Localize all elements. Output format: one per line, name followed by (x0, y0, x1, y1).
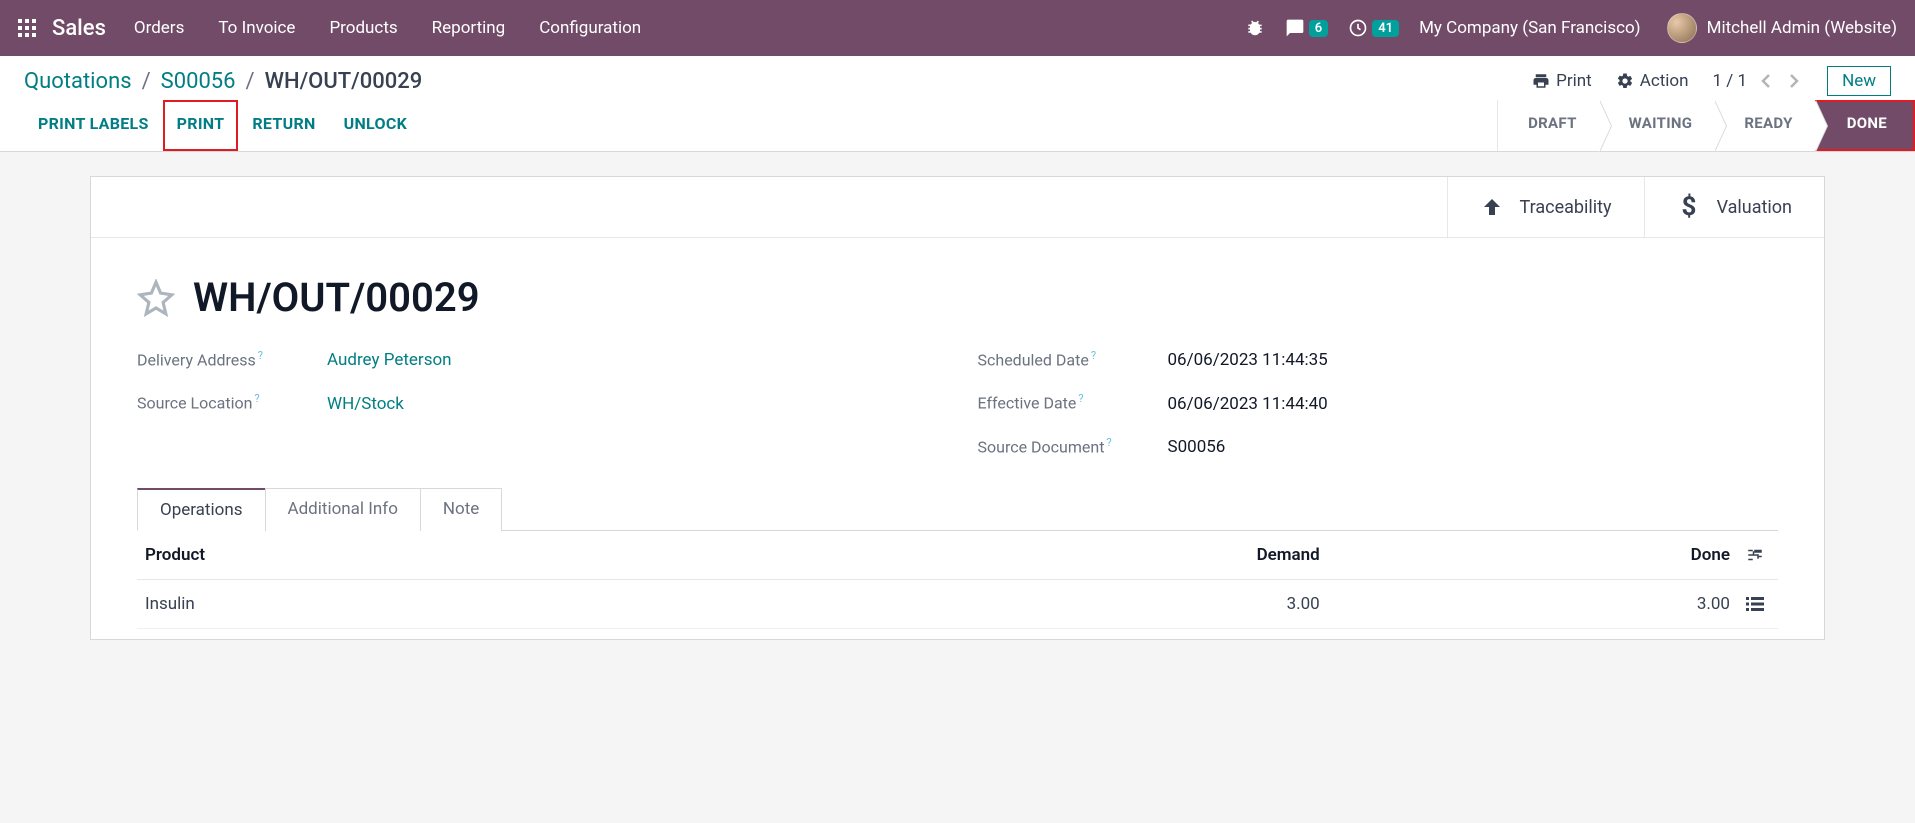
label-delivery-address: Delivery Address? (137, 349, 327, 369)
chat-icon[interactable]: 6 (1285, 18, 1328, 38)
table-row[interactable]: Insulin 3.00 3.00 (137, 579, 1778, 628)
value-source-document: S00056 (1168, 437, 1226, 457)
print-menu[interactable]: Print (1532, 71, 1592, 91)
apps-icon[interactable] (18, 19, 36, 37)
control-panel: Quotations / S00056 / WH/OUT/00029 Print… (0, 56, 1915, 100)
clock-icon[interactable]: 41 (1348, 18, 1399, 38)
valuation-button[interactable]: $ Valuation (1644, 177, 1824, 237)
breadcrumb: Quotations / S00056 / WH/OUT/00029 (24, 69, 422, 94)
action-menu[interactable]: Action (1616, 71, 1689, 91)
svg-text:$: $ (1681, 193, 1696, 221)
favorite-toggle[interactable] (137, 279, 175, 317)
breadcrumb-item-quotations[interactable]: Quotations (24, 69, 132, 94)
pager-next[interactable] (1785, 70, 1803, 92)
help-icon[interactable]: ? (1106, 436, 1111, 449)
pager-text[interactable]: 1 / 1 (1713, 71, 1748, 91)
menu-configuration[interactable]: Configuration (539, 18, 641, 38)
col-settings[interactable] (1738, 531, 1778, 580)
star-icon (137, 279, 175, 317)
label-scheduled-date: Scheduled Date? (978, 349, 1168, 369)
company-switcher[interactable]: My Company (San Francisco) (1419, 18, 1641, 38)
menu-orders[interactable]: Orders (134, 18, 184, 38)
stage-done[interactable]: DONE (1815, 100, 1915, 151)
help-icon[interactable]: ? (258, 349, 263, 362)
cell-done: 3.00 (1328, 579, 1738, 628)
menu-to-invoice[interactable]: To Invoice (218, 18, 295, 38)
printer-icon (1532, 72, 1550, 90)
label-source-document: Source Document? (978, 436, 1168, 456)
help-icon[interactable]: ? (254, 392, 259, 405)
arrow-up-icon (1480, 195, 1504, 219)
cell-demand: 3.00 (918, 579, 1328, 628)
form-sheet: Traceability $ Valuation WH/OUT/00029 De… (90, 176, 1825, 640)
status-stages: DRAFT WAITING READY DONE (1497, 100, 1915, 151)
col-demand[interactable]: Demand (918, 531, 1328, 580)
stage-ready[interactable]: READY (1714, 100, 1814, 151)
stage-draft[interactable]: DRAFT (1498, 100, 1599, 151)
detailed-operations-button[interactable] (1746, 596, 1770, 612)
sliders-icon (1746, 546, 1764, 564)
list-icon (1746, 596, 1764, 612)
stage-waiting[interactable]: WAITING (1599, 100, 1715, 151)
tab-additional-info[interactable]: Additional Info (265, 488, 421, 531)
label-effective-date: Effective Date? (978, 392, 1168, 412)
menu-products[interactable]: Products (329, 18, 397, 38)
tabs: Operations Additional Info Note (137, 487, 1778, 531)
pager: 1 / 1 (1713, 70, 1804, 92)
user-menu[interactable]: Mitchell Admin (Website) (1707, 18, 1897, 38)
brand[interactable]: Sales (52, 16, 106, 41)
debug-icon[interactable] (1245, 18, 1265, 38)
chat-badge: 6 (1309, 20, 1328, 37)
help-icon[interactable]: ? (1078, 392, 1083, 405)
avatar[interactable] (1667, 13, 1697, 43)
cell-product: Insulin (137, 579, 918, 628)
operations-table: Product Demand Done Insulin 3.00 3.00 (137, 531, 1778, 629)
traceability-button[interactable]: Traceability (1447, 177, 1644, 237)
col-product[interactable]: Product (137, 531, 918, 580)
breadcrumb-current: WH/OUT/00029 (265, 69, 423, 94)
stat-buttons: Traceability $ Valuation (91, 177, 1824, 238)
label-source-location: Source Location? (137, 392, 327, 412)
value-source-location[interactable]: WH/Stock (327, 394, 404, 414)
status-bar: PRINT LABELS PRINT RETURN UNLOCK DRAFT W… (0, 100, 1915, 152)
new-button[interactable]: New (1827, 66, 1891, 96)
breadcrumb-item-order[interactable]: S00056 (161, 69, 236, 94)
print-labels-button[interactable]: PRINT LABELS (24, 100, 163, 151)
topbar: Sales Orders To Invoice Products Reporti… (0, 0, 1915, 56)
doc-title: WH/OUT/00029 (193, 274, 480, 321)
field-grid: Delivery Address? Audrey Peterson Source… (137, 349, 1778, 457)
value-scheduled-date: 06/06/2023 11:44:35 (1168, 350, 1328, 370)
clock-badge: 41 (1372, 20, 1399, 37)
menu-reporting[interactable]: Reporting (432, 18, 506, 38)
tab-note[interactable]: Note (420, 488, 502, 531)
print-button[interactable]: PRINT (163, 100, 239, 151)
pager-prev[interactable] (1757, 70, 1775, 92)
dollar-icon: $ (1677, 193, 1701, 221)
help-icon[interactable]: ? (1091, 349, 1096, 362)
systray: 6 41 My Company (San Francisco) Mitchell… (1245, 13, 1897, 43)
return-button[interactable]: RETURN (238, 100, 329, 151)
value-effective-date: 06/06/2023 11:44:40 (1168, 394, 1328, 414)
gear-icon (1616, 72, 1634, 90)
tab-operations[interactable]: Operations (137, 488, 266, 531)
col-done[interactable]: Done (1328, 531, 1738, 580)
unlock-button[interactable]: UNLOCK (330, 100, 421, 151)
value-delivery-address[interactable]: Audrey Peterson (327, 350, 452, 370)
